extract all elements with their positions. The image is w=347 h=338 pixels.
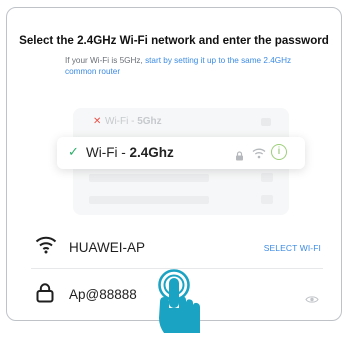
eye-icon[interactable]	[305, 291, 319, 309]
x-icon: ✕	[93, 116, 102, 127]
lock-icon	[36, 283, 54, 308]
wifi-icon	[35, 236, 57, 259]
network-label: Wi-Fi - 5Ghz	[105, 116, 162, 127]
lock-icon	[261, 118, 271, 126]
page-title: Select the 2.4GHz Wi-Fi network and ente…	[19, 34, 329, 47]
placeholder-network-row	[73, 166, 289, 188]
placeholder-icon	[261, 173, 273, 182]
hint-text: If your Wi-Fi is 5GHz, start by setting …	[65, 55, 315, 77]
select-wifi-link[interactable]: SELECT WI-FI	[264, 243, 321, 253]
network-item-5ghz[interactable]: ✕ Wi-Fi - 5Ghz	[77, 114, 283, 132]
wifi-network-row[interactable]: HUAWEI-AP SELECT WI-FI	[35, 236, 321, 262]
check-icon: ✓	[68, 144, 79, 159]
network-label: Wi-Fi - 2.4Ghz	[86, 145, 174, 160]
password-input[interactable]: Ap@88888	[69, 287, 137, 302]
network-prefix: Wi-Fi -	[86, 145, 130, 160]
network-prefix: Wi-Fi -	[105, 116, 138, 127]
lock-icon	[235, 148, 244, 166]
hint-prefix: If your Wi-Fi is 5GHz,	[65, 56, 146, 65]
ssid-value: HUAWEI-AP	[69, 240, 146, 255]
hand-pointer-icon	[150, 266, 204, 338]
network-item-2-4ghz-selected[interactable]: ✓ Wi-Fi - 2.4Ghz i	[57, 137, 305, 169]
placeholder-bar	[89, 196, 209, 204]
wifi-signal-icon	[252, 146, 266, 164]
info-icon[interactable]: i	[271, 144, 287, 160]
network-band: 2.4Ghz	[129, 145, 174, 160]
placeholder-icon	[261, 195, 273, 204]
placeholder-bar	[89, 174, 209, 182]
network-band: 5Ghz	[137, 116, 162, 127]
placeholder-network-row	[73, 188, 289, 210]
